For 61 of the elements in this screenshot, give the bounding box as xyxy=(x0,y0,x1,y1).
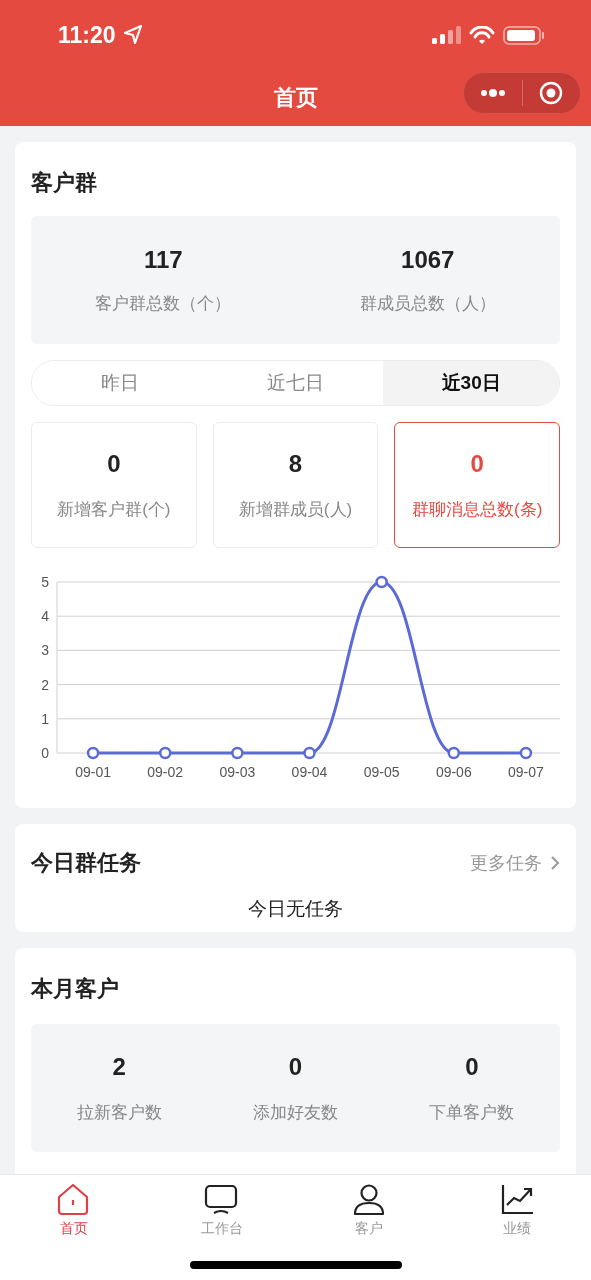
stat-value: 0 xyxy=(470,449,484,478)
monitor-icon xyxy=(204,1183,240,1216)
section-title: 客户群 xyxy=(31,169,98,197)
axis-label: 09-06 xyxy=(435,764,472,780)
axis-label: 09-05 xyxy=(363,764,400,780)
stat-value: 0 xyxy=(288,1052,303,1081)
axis-label: 09-04 xyxy=(291,764,328,780)
clock-time: 11:20 xyxy=(58,21,116,49)
stat-label: 下单客户数 xyxy=(429,1101,515,1124)
page-title: 首页 xyxy=(273,84,318,112)
stat-card[interactable]: 0 新增客户群(个) xyxy=(31,422,197,548)
stat-value: 0 xyxy=(107,449,121,478)
stat-label: 新增群成员(人) xyxy=(238,498,353,521)
tab-item[interactable]: 首页 xyxy=(0,1183,148,1238)
close-target-icon[interactable] xyxy=(539,81,564,105)
stat-label: 群成员总数（人） xyxy=(359,292,496,315)
stat-value: 0 xyxy=(465,1052,479,1081)
chevron-right-icon xyxy=(550,855,560,871)
data-point xyxy=(375,575,388,589)
tab-item[interactable]: 工作台 xyxy=(147,1183,296,1238)
axis-label: 1 xyxy=(41,710,49,727)
stat-value: 2 xyxy=(112,1052,126,1081)
location-arrow-icon xyxy=(121,24,144,46)
data-point xyxy=(86,746,100,760)
axis-label: 4 xyxy=(41,608,49,625)
battery-icon xyxy=(503,25,545,45)
signal-icon xyxy=(432,26,461,44)
data-point xyxy=(519,746,533,760)
more-icon[interactable] xyxy=(479,88,506,98)
stat-value: 117 xyxy=(143,245,183,274)
data-point xyxy=(447,746,461,760)
axis-label: 09-07 xyxy=(508,764,544,780)
empty-message: 今日无任务 xyxy=(247,897,344,921)
axis-label: 09-03 xyxy=(219,764,256,780)
stat-label: 添加好友数 xyxy=(253,1101,338,1124)
stat-card[interactable]: 0 群聊消息总数(条) xyxy=(394,422,560,548)
stat-label: 群聊消息总数(条) xyxy=(412,498,543,521)
stat-card[interactable]: 8 新增群成员(人) xyxy=(212,422,379,548)
data-point xyxy=(303,746,316,760)
stat-value: 8 xyxy=(288,449,303,478)
axis-label: 0 xyxy=(41,745,49,761)
axis-label: 09-02 xyxy=(147,764,184,780)
data-point xyxy=(231,746,244,760)
stat-label: 拉新客户数 xyxy=(76,1101,162,1124)
axis-label: 09-01 xyxy=(75,764,111,780)
axis-label: 5 xyxy=(41,574,49,590)
tab-item[interactable]: 客户 xyxy=(295,1183,444,1238)
more-tasks-link[interactable]: 更多任务 xyxy=(470,851,560,875)
stat-label: 新增客户群(个) xyxy=(57,498,171,521)
wifi-icon xyxy=(469,25,495,45)
trend-chart-icon xyxy=(499,1183,535,1216)
person-icon xyxy=(351,1183,387,1216)
axis-label: 3 xyxy=(41,642,49,659)
axis-label: 2 xyxy=(41,676,49,693)
period-tab[interactable]: 近30日 xyxy=(383,361,559,405)
section-title: 本月客户 xyxy=(31,975,120,1003)
data-point xyxy=(158,746,172,760)
tab-item[interactable]: 业绩 xyxy=(443,1183,591,1238)
stat-value: 1067 xyxy=(401,245,455,274)
stat-label: 客户群总数（个） xyxy=(95,292,232,315)
section-title: 今日群任务 xyxy=(31,849,141,877)
